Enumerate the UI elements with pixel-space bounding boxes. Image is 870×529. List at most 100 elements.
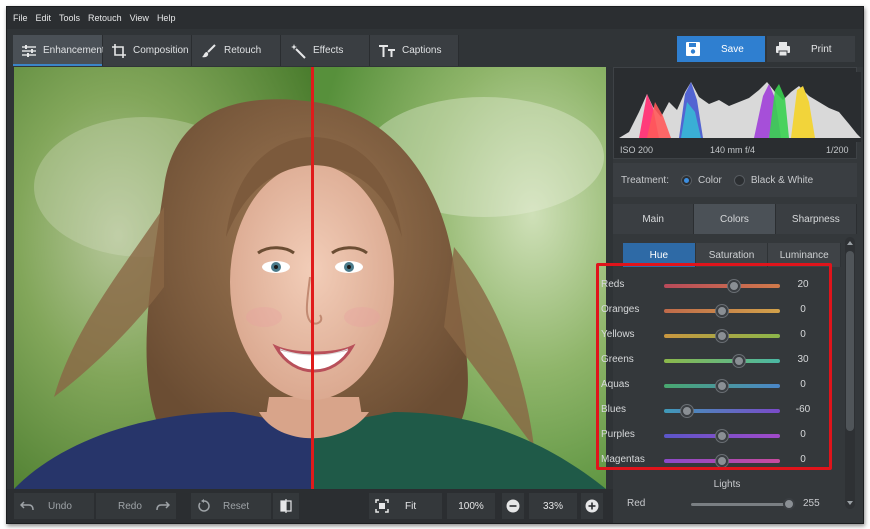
sliders-icon [21, 43, 37, 59]
tab-captions[interactable]: Captions [370, 35, 459, 66]
save-button[interactable]: Save [677, 36, 765, 62]
hue-slider-reds: Reds 20 [601, 275, 837, 295]
lights-red-track[interactable] [691, 503, 791, 506]
lights-heading: Lights [713, 479, 741, 490]
tab-luminance[interactable]: Luminance [768, 243, 842, 267]
menu-edit[interactable]: Edit [36, 13, 52, 23]
redo-icon [156, 499, 170, 513]
portrait-photo [14, 67, 606, 489]
menu-retouch[interactable]: Retouch [88, 13, 122, 23]
hue-slider-value: 0 [800, 329, 806, 340]
hue-slider-knob[interactable] [716, 305, 728, 317]
tab-main[interactable]: Main [613, 204, 695, 234]
tab-label: Retouch [224, 45, 262, 56]
zoom-in-button[interactable] [581, 493, 603, 519]
photo-canvas[interactable] [14, 67, 606, 489]
tab-hue[interactable]: Hue [623, 243, 696, 267]
scroll-thumb[interactable] [846, 251, 854, 431]
magic-wand-icon [289, 43, 307, 59]
fit-label: Fit [405, 500, 417, 512]
black-white-radio[interactable] [733, 174, 745, 186]
app-window: File Edit Tools Retouch View Help Enhanc… [6, 6, 864, 524]
histogram-iso: ISO 200 [620, 145, 654, 155]
tab-sharpness[interactable]: Sharpness [775, 204, 857, 234]
hue-slider-knob[interactable] [716, 455, 728, 467]
hue-slider-value: 0 [800, 429, 806, 440]
menu-file[interactable]: File [13, 13, 28, 23]
panel-tabs: Main Colors Sharpness [613, 204, 857, 234]
color-radio[interactable] [680, 174, 692, 186]
histogram-lens: 140 mm f/4 [710, 145, 756, 155]
panel-scrollbar[interactable] [845, 237, 855, 509]
black-white-radio-label[interactable]: Black & White [751, 175, 813, 186]
color-sub-tabs: Hue Saturation Luminance [623, 243, 842, 267]
tab-label: Effects [313, 45, 344, 56]
hue-slider-track[interactable] [664, 284, 780, 288]
menu-help[interactable]: Help [157, 13, 176, 23]
fit-button[interactable]: Fit [369, 493, 442, 519]
hue-slider-knob[interactable] [727, 280, 740, 292]
hue-slider-oranges: Oranges 0 [601, 300, 837, 320]
menu-view[interactable]: View [130, 13, 149, 23]
lights-red-knob[interactable] [783, 498, 795, 510]
adjustments-panel: ISO 200 140 mm f/4 1/200 Treatment: Colo… [601, 67, 863, 523]
hue-slider-value: 0 [800, 379, 806, 390]
treatment-label: Treatment: [621, 174, 669, 186]
hue-slider-knob[interactable] [733, 355, 746, 367]
treatment-row: Treatment: Color Black & White [613, 163, 857, 197]
floppy-disk-icon [685, 41, 701, 57]
tab-saturation[interactable]: Saturation [695, 243, 769, 267]
menu-tools[interactable]: Tools [59, 13, 80, 23]
tab-enhancement[interactable]: Enhancement [13, 35, 105, 66]
menu-bar: File Edit Tools Retouch View Help [7, 7, 863, 29]
hue-slider-aquas: Aquas 0 [601, 375, 837, 395]
hue-slider-label: Oranges [601, 304, 640, 315]
hue-slider-value: 0 [800, 454, 806, 465]
redo-button[interactable]: Redo [96, 493, 176, 519]
hue-slider-yellows: Yellows 0 [601, 325, 837, 345]
hue-slider-greens: Greens 30 [601, 350, 837, 370]
hue-slider-value: 20 [797, 279, 809, 290]
reset-button[interactable]: Reset [191, 493, 271, 519]
hue-slider-knob[interactable] [716, 330, 728, 342]
lights-red-row: Red 255 [627, 497, 847, 513]
hue-slider-label: Aquas [601, 379, 630, 390]
hue-slider-knob[interactable] [681, 405, 694, 417]
hue-slider-label: Yellows [601, 329, 635, 340]
hue-slider-knob[interactable] [716, 430, 728, 442]
hue-slider-label: Blues [601, 404, 627, 415]
color-radio-label[interactable]: Color [698, 175, 722, 186]
tab-colors[interactable]: Colors [694, 204, 776, 234]
undo-button[interactable]: Undo [14, 493, 94, 519]
hue-slider-knob[interactable] [716, 380, 728, 392]
undo-label: Undo [48, 500, 72, 512]
compare-divider[interactable] [311, 67, 314, 489]
hue-slider-track[interactable] [664, 359, 780, 363]
compare-icon [279, 499, 293, 513]
zoom-100-button[interactable]: 100% [447, 493, 495, 519]
compare-toggle-button[interactable] [273, 493, 299, 519]
main-tabs: Enhancement Composition Retouch Effects [13, 35, 459, 66]
brush-icon [200, 43, 218, 59]
print-button[interactable]: Print [767, 36, 855, 62]
zoom-out-button[interactable] [502, 493, 524, 519]
text-icon [378, 43, 396, 59]
reset-icon [197, 499, 211, 513]
hue-slider-label: Greens [601, 354, 634, 365]
hue-slider-label: Reds [601, 279, 625, 290]
tab-composition[interactable]: Composition [103, 35, 192, 66]
bottom-bar: Undo Redo Reset Fit 100% 33% [7, 489, 613, 523]
tab-retouch[interactable]: Retouch [192, 35, 281, 66]
histogram: ISO 200 140 mm f/4 1/200 [613, 67, 861, 159]
lights-red-value: 255 [803, 498, 820, 509]
scroll-up-icon[interactable] [847, 241, 853, 245]
hue-slider-label: Purples [601, 429, 635, 440]
save-label: Save [721, 43, 744, 55]
hue-slider-value: -60 [795, 404, 811, 415]
plus-circle-icon [585, 499, 599, 513]
tab-effects[interactable]: Effects [281, 35, 370, 66]
printer-icon [775, 41, 791, 57]
tab-label: Enhancement [43, 45, 105, 56]
zoom-value: 33% [529, 493, 577, 519]
scroll-down-icon[interactable] [847, 501, 853, 505]
